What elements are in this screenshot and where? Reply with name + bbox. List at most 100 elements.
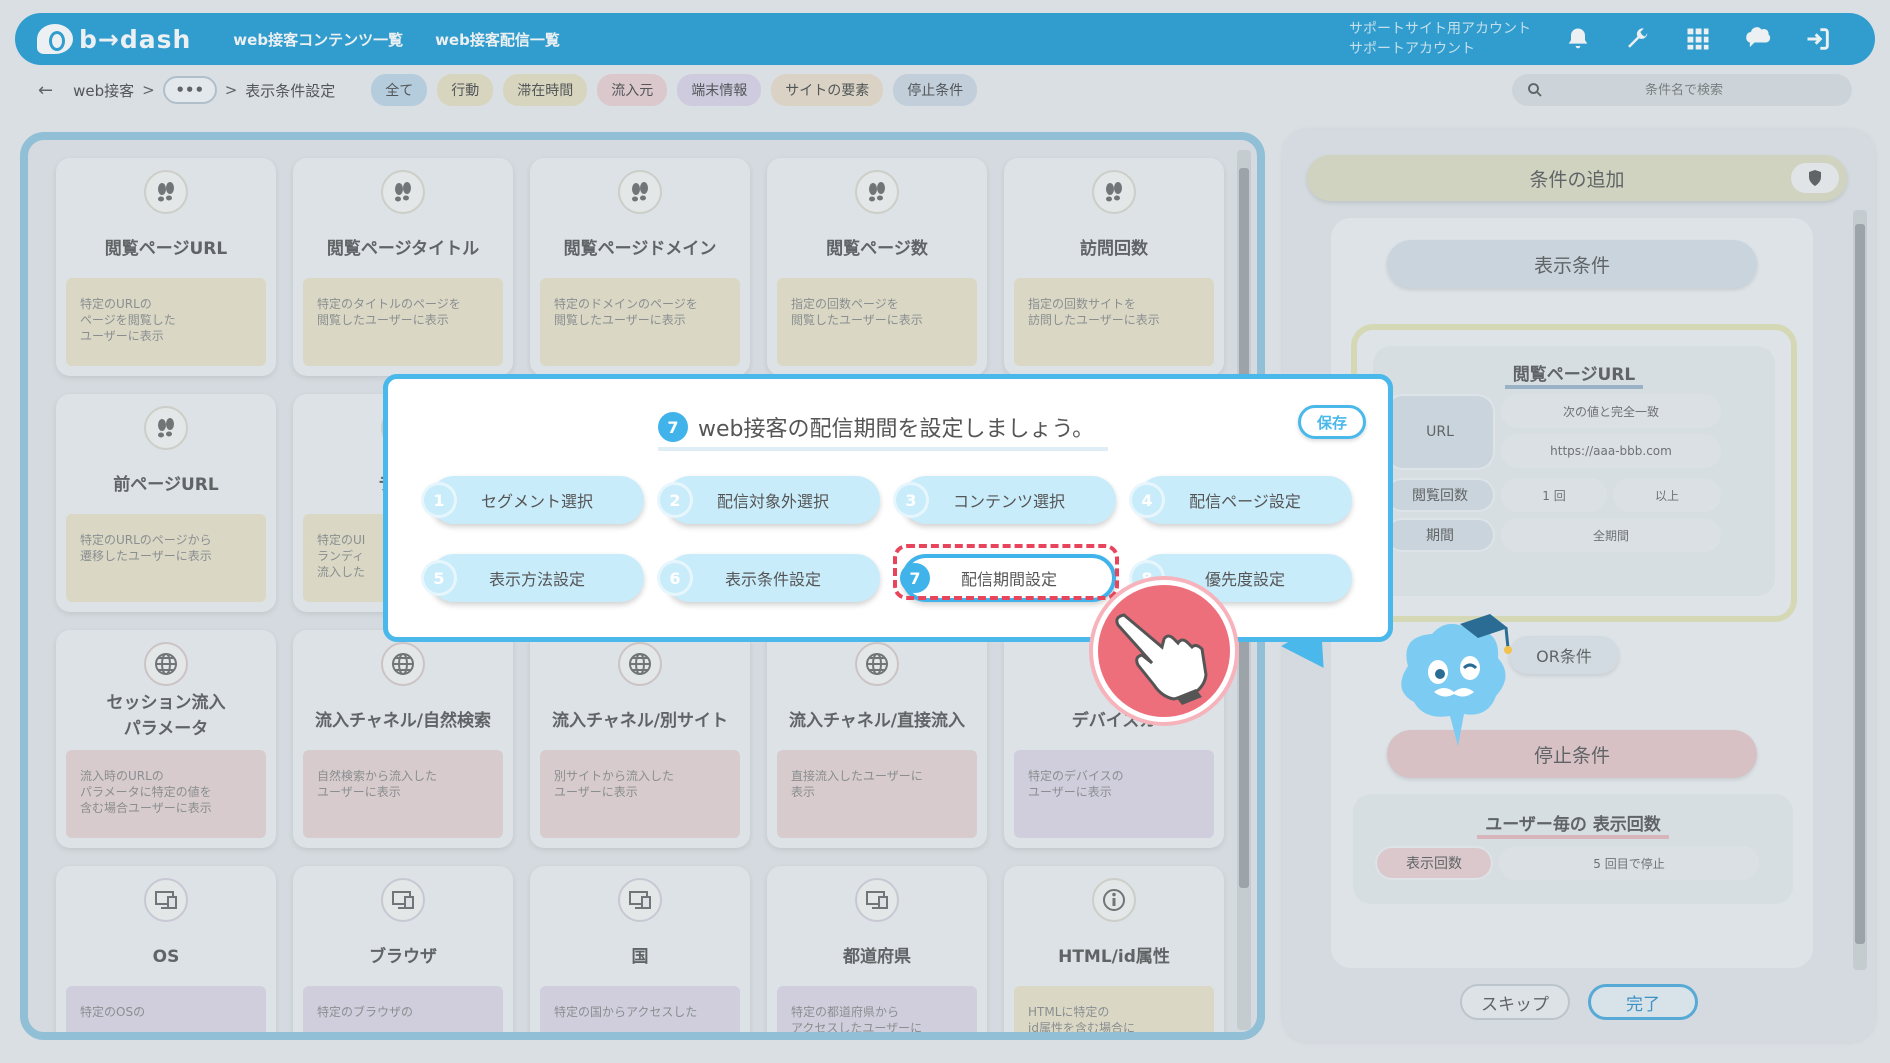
condition-card[interactable]: 閲覧ページドメイン特定のドメインのページを 閲覧したユーザーに表示 bbox=[530, 158, 750, 376]
step-delivery-page[interactable]: 4 配信ページ設定 bbox=[1132, 476, 1352, 524]
monitor-icon bbox=[381, 878, 425, 922]
bell-icon[interactable] bbox=[1561, 22, 1595, 56]
breadcrumb-root[interactable]: web接客 bbox=[73, 80, 134, 101]
step-exclusion-select[interactable]: 2 配信対象外選択 bbox=[660, 476, 880, 524]
condition-card[interactable]: HTML/id属性 HTMLに特定の id属性を含む場合に bbox=[1004, 866, 1224, 1032]
url-value[interactable]: https://aaa-bbb.com bbox=[1501, 434, 1721, 468]
condition-card-description: 特定の都道府県から アクセスしたユーザーに bbox=[777, 986, 977, 1032]
condition-card[interactable]: 流入チャネル/別サイト 別サイトから流入した ユーザーに表示 bbox=[530, 630, 750, 848]
breadcrumb-ellipsis-button[interactable]: ••• bbox=[162, 76, 217, 104]
nav-content-list[interactable]: web接客コンテンツ一覧 bbox=[233, 29, 403, 50]
footprints-icon bbox=[144, 406, 188, 450]
monitor-icon bbox=[144, 878, 188, 922]
step-label: 配信対象外選択 bbox=[716, 492, 829, 511]
condition-card-description: 指定の回数ページを 閲覧したユーザーに表示 bbox=[777, 278, 977, 366]
pointing-hand-icon bbox=[1093, 580, 1235, 722]
condition-card[interactable]: 国特定の国からアクセスした bbox=[530, 866, 750, 1032]
add-condition-label: 条件の追加 bbox=[1529, 168, 1625, 191]
view-count-value[interactable]: 1 回 bbox=[1501, 478, 1607, 512]
step-segment-select[interactable]: 1 セグメント選択 bbox=[424, 476, 644, 524]
right-scrollbar[interactable] bbox=[1853, 210, 1867, 970]
condition-group: 閲覧ページURL URL 次の値と完全一致 https://aaa-bbb.co… bbox=[1351, 324, 1797, 622]
info-icon bbox=[1092, 878, 1136, 922]
period-key: 期間 bbox=[1385, 518, 1495, 552]
step-number: 5 bbox=[424, 563, 454, 593]
save-button[interactable]: 保存 bbox=[1298, 405, 1366, 439]
nav-delivery-list[interactable]: web接客配信一覧 bbox=[435, 29, 560, 50]
step-content-select[interactable]: 3 コンテンツ選択 bbox=[896, 476, 1116, 524]
condition-card-page-url[interactable]: 閲覧ページURL URL 次の値と完全一致 https://aaa-bbb.co… bbox=[1373, 346, 1775, 596]
filter-stay-time[interactable]: 滞在時間 bbox=[503, 74, 588, 106]
filter-stop[interactable]: 停止条件 bbox=[893, 74, 978, 106]
condition-card[interactable]: 閲覧ページURL 特定のURLの ページを閲覧した ユーザーに表示 bbox=[56, 158, 276, 376]
condition-card-description: 特定のドメインのページを 閲覧したユーザーに表示 bbox=[540, 278, 740, 366]
step-display-method[interactable]: 5 表示方法設定 bbox=[424, 554, 644, 602]
filter-all[interactable]: 全て bbox=[371, 74, 428, 106]
condition-card[interactable]: 前ページURL 特定のURLのページから 遷移したユーザーに表示 bbox=[56, 394, 276, 612]
condition-card-description: 流入時のURLの パラメータに特定の値を 含む場合ユーザーに表示 bbox=[66, 750, 266, 838]
step-number: 3 bbox=[896, 485, 926, 515]
display-condition-header: 表示条件 bbox=[1387, 240, 1757, 288]
condition-card[interactable]: 流入チャネル/直接流入 直接流入したユーザーに 表示 bbox=[767, 630, 987, 848]
display-count-key: 表示回数 bbox=[1375, 846, 1493, 880]
step-list: 1 セグメント選択 2 配信対象外選択 3 コンテンツ選択 4 配信ページ設定 5 表示方… bbox=[424, 476, 1352, 602]
step-display-condition[interactable]: 6 表示条件設定 bbox=[660, 554, 880, 602]
step-number: 1 bbox=[424, 485, 454, 515]
bdash-logo[interactable]: b→dash bbox=[37, 24, 191, 54]
condition-card-title: 閲覧ページドメイン bbox=[563, 239, 717, 259]
condition-card[interactable]: OS 特定のOSの bbox=[56, 866, 276, 1032]
logout-icon[interactable] bbox=[1801, 22, 1835, 56]
condition-card-description: HTMLに特定の id属性を含む場合に bbox=[1014, 986, 1214, 1032]
breadcrumb-current: 表示条件設定 bbox=[245, 81, 336, 100]
popup-heading: 7 web接客の配信期間を設定しましょう。 bbox=[658, 411, 1109, 451]
breadcrumb-bar: ← web接客 > ••• > 表示条件設定 全て 行動 滞在時間 流入元 端末… bbox=[10, 68, 1880, 112]
condition-card[interactable]: セッション流入 パラメータ流入時のURLの パラメータに特定の値を 含む場合ユー… bbox=[56, 630, 276, 848]
filter-source[interactable]: 流入元 bbox=[597, 74, 668, 106]
monitor-icon bbox=[855, 878, 899, 922]
account-info[interactable]: サポートサイト用アカウント サポートアカウント bbox=[1349, 19, 1531, 59]
popup-heading-text: web接客の配信期間を設定しましょう。 bbox=[698, 417, 1095, 442]
view-count-operator[interactable]: 以上 bbox=[1613, 478, 1721, 512]
step-label: 配信ページ設定 bbox=[1189, 492, 1301, 511]
search-input[interactable] bbox=[1544, 82, 1824, 98]
condition-card[interactable]: 都道府県 特定の都道府県から アクセスしたユーザーに bbox=[767, 866, 987, 1032]
condition-card[interactable]: ブラウザ 特定のブラウザの bbox=[293, 866, 513, 1032]
wrench-icon[interactable] bbox=[1621, 22, 1655, 56]
display-count-value[interactable]: 5 回目で停止 bbox=[1499, 846, 1759, 880]
add-condition-bar[interactable]: 条件の追加 bbox=[1307, 155, 1847, 201]
period-value[interactable]: 全期間 bbox=[1501, 518, 1721, 552]
condition-card[interactable]: 閲覧ページタイトル 特定のタイトルのページを 閲覧したユーザーに表示 bbox=[293, 158, 513, 376]
condition-card[interactable]: 閲覧ページ数 指定の回数ページを 閲覧したユーザーに表示 bbox=[767, 158, 987, 376]
breadcrumb-separator: > bbox=[224, 81, 238, 99]
brain-chat-icon[interactable] bbox=[1741, 22, 1775, 56]
view-count-key: 閲覧回数 bbox=[1385, 478, 1495, 512]
skip-button[interactable]: スキップ bbox=[1460, 984, 1570, 1020]
condition-card-description: 特定の国からアクセスした bbox=[540, 986, 740, 1032]
globe-icon bbox=[855, 642, 899, 686]
condition-card-description: 特定のURLのページから 遷移したユーザーに表示 bbox=[66, 514, 266, 602]
done-button[interactable]: 完了 bbox=[1588, 984, 1698, 1020]
step-label: コンテンツ選択 bbox=[952, 492, 1065, 511]
category-filters: 全て 行動 滞在時間 流入元 端末情報 サイトの要素 停止条件 bbox=[371, 74, 978, 106]
condition-card-description: 別サイトから流入した ユーザーに表示 bbox=[540, 750, 740, 838]
apps-grid-icon[interactable] bbox=[1681, 22, 1715, 56]
condition-card-title: セッション流入 パラメータ bbox=[106, 693, 226, 739]
condition-card[interactable]: 流入チャネル/自然検索 自然検索から流入した ユーザーに表示 bbox=[293, 630, 513, 848]
shield-icon[interactable] bbox=[1791, 163, 1839, 193]
condition-card-title: OS bbox=[152, 947, 180, 967]
account-sub: サポートアカウント bbox=[1349, 41, 1475, 57]
bdash-logo-icon bbox=[37, 24, 73, 54]
url-match-type[interactable]: 次の値と完全一致 bbox=[1501, 394, 1721, 428]
condition-search[interactable] bbox=[1512, 74, 1852, 106]
condition-card[interactable]: 訪問回数 指定の回数サイトを 訪問したユーザーに表示 bbox=[1004, 158, 1224, 376]
filter-device[interactable]: 端末情報 bbox=[677, 74, 762, 106]
filter-site-element[interactable]: サイトの要素 bbox=[771, 74, 884, 106]
per-user-display-count-card[interactable]: ユーザー毎の 表示回数 表示回数 5 回目で停止 bbox=[1353, 794, 1793, 904]
breadcrumb-separator: > bbox=[142, 81, 155, 99]
filter-behavior[interactable]: 行動 bbox=[437, 74, 494, 106]
step-number: 6 bbox=[660, 563, 690, 593]
step-label: セグメント選択 bbox=[480, 492, 593, 511]
step-delivery-period[interactable]: 7 配信期間設定 bbox=[900, 554, 1116, 602]
back-arrow-icon[interactable]: ← bbox=[38, 80, 53, 101]
step-label: 表示方法設定 bbox=[488, 570, 585, 589]
